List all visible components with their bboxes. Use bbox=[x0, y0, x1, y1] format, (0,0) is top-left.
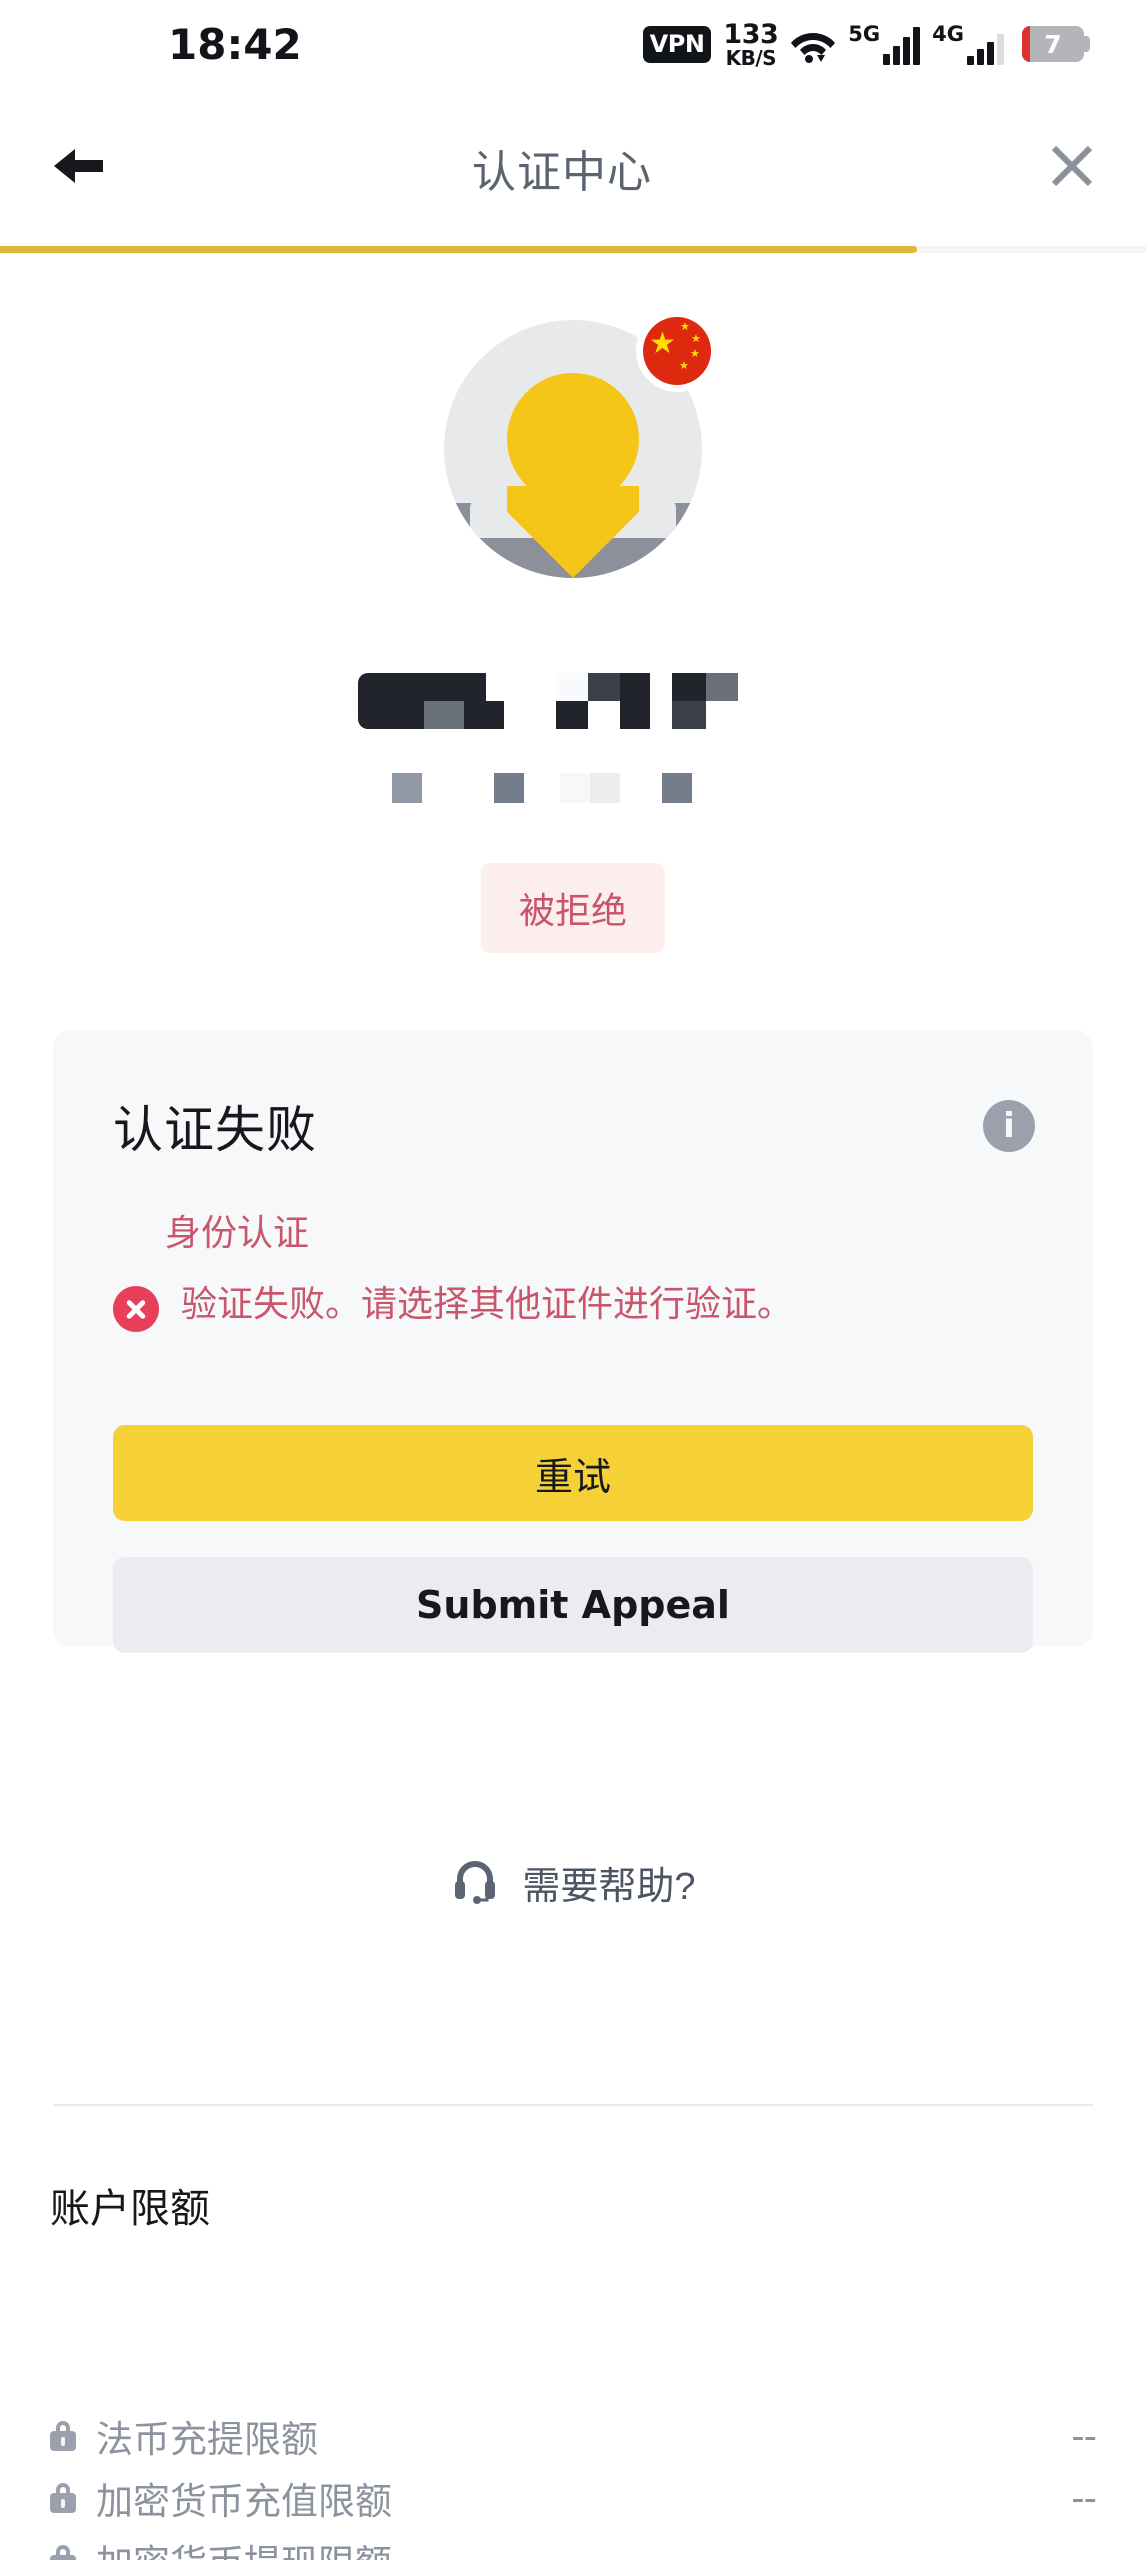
limit-value: -- bbox=[1071, 2476, 1097, 2520]
redaction-block bbox=[424, 701, 464, 729]
battery-fill bbox=[1022, 26, 1030, 62]
redaction-block bbox=[464, 701, 504, 729]
error-message-row: 验证失败。请选择其他证件进行验证。 bbox=[113, 1276, 1033, 1332]
lock-icon bbox=[50, 2483, 76, 2513]
network-speed-unit: KB/S bbox=[725, 45, 777, 70]
submit-appeal-button[interactable]: Submit Appeal bbox=[113, 1557, 1033, 1653]
lock-icon bbox=[50, 2421, 76, 2451]
user-name-redacted bbox=[0, 655, 1146, 815]
limit-value: -- bbox=[1071, 2414, 1097, 2458]
info-icon[interactable]: i bbox=[983, 1100, 1035, 1152]
signal-5g-indicator: 5G bbox=[848, 21, 921, 65]
need-help-label: 需要帮助? bbox=[522, 1866, 696, 1908]
flag-inner: ★ ★ ★ ★ ★ bbox=[643, 317, 711, 385]
redaction-block bbox=[588, 673, 620, 701]
card-subtitle: 身份认证 bbox=[165, 1212, 310, 1253]
lock-icon bbox=[50, 2545, 76, 2560]
redaction-block bbox=[556, 701, 588, 729]
limit-label: 法币充提限额 bbox=[96, 2419, 318, 2460]
limit-value: -- bbox=[1071, 2538, 1097, 2560]
status-bar: 18:42 VPN 133 KB/S 5G 4G 7 bbox=[0, 0, 1146, 88]
redaction-block bbox=[706, 673, 738, 701]
card-header: 认证失败 i bbox=[53, 1030, 1093, 1162]
signal-4g-bars bbox=[967, 27, 1004, 65]
error-circle-icon bbox=[113, 1286, 159, 1332]
redaction-block bbox=[560, 773, 590, 803]
signal-4g-indicator: 4G bbox=[932, 21, 1004, 65]
wifi-icon bbox=[790, 24, 836, 64]
close-button[interactable] bbox=[1012, 142, 1132, 195]
error-message: 验证失败。请选择其他证件进行验证。 bbox=[181, 1283, 794, 1324]
limit-row-crypto-deposit[interactable]: 加密货币充值限额 -- bbox=[50, 2471, 1097, 2525]
verification-progress-fill bbox=[0, 246, 917, 253]
redaction-block bbox=[494, 773, 524, 803]
redaction-block bbox=[672, 701, 706, 729]
card-title: 认证失败 bbox=[113, 1102, 317, 1158]
app-header: 认证中心 bbox=[0, 88, 1146, 248]
status-bar-indicators: VPN 133 KB/S 5G 4G 7 bbox=[642, 21, 1090, 68]
flag-star-1: ★ bbox=[680, 321, 690, 333]
page-title: 认证中心 bbox=[472, 148, 652, 197]
status-badge: 被拒绝 bbox=[480, 863, 666, 953]
battery-percent-label: 7 bbox=[1044, 29, 1062, 59]
limit-label: 加密货币充值限额 bbox=[96, 2481, 392, 2522]
headset-icon bbox=[450, 1855, 500, 1910]
verification-progress-bar bbox=[0, 246, 1146, 253]
battery-icon: 7 bbox=[1022, 26, 1090, 62]
verification-failed-card: 认证失败 i 身份认证 验证失败。请选择其他证件进行验证。 重试 Submit … bbox=[53, 1030, 1093, 1653]
flag-star-3: ★ bbox=[690, 348, 700, 360]
avatar-head bbox=[507, 373, 639, 505]
vpn-icon: VPN bbox=[642, 25, 712, 63]
section-divider bbox=[53, 2104, 1093, 2106]
status-bar-clock: 18:42 bbox=[168, 19, 302, 69]
redaction-block bbox=[662, 773, 692, 803]
redaction-block bbox=[556, 673, 588, 701]
flag-star-2: ★ bbox=[691, 333, 701, 345]
arrow-left-icon bbox=[49, 143, 107, 194]
phone-screen: 18:42 VPN 133 KB/S 5G 4G 7 认证中心 ★ ★ ★ ★ … bbox=[0, 0, 1146, 2560]
retry-button[interactable]: 重试 bbox=[113, 1425, 1033, 1521]
redaction-block bbox=[620, 673, 650, 729]
flag-star-4: ★ bbox=[679, 360, 689, 372]
signal-5g-bars bbox=[883, 26, 921, 65]
flag-star-large: ★ bbox=[649, 327, 676, 360]
china-flag-icon: ★ ★ ★ ★ ★ bbox=[636, 310, 718, 392]
account-limits-title: 账户限额 bbox=[50, 2187, 210, 2231]
close-icon bbox=[1048, 142, 1096, 195]
signal-5g-label: 5G bbox=[848, 21, 881, 46]
profile-avatar-block: ★ ★ ★ ★ ★ bbox=[444, 310, 718, 578]
signal-4g-label: 4G bbox=[932, 21, 964, 46]
need-help-link[interactable]: 需要帮助? bbox=[0, 1855, 1146, 1910]
limit-row-crypto-withdraw[interactable]: 加密货币提现限额 -- bbox=[50, 2533, 1097, 2560]
network-speed-value: 133 bbox=[723, 18, 779, 50]
redaction-block bbox=[590, 773, 620, 803]
network-speed-indicator: 133 KB/S bbox=[723, 21, 778, 68]
limit-row-fiat[interactable]: 法币充提限额 -- bbox=[50, 2409, 1097, 2463]
limit-label: 加密货币提现限额 bbox=[96, 2533, 392, 2560]
redaction-block bbox=[672, 673, 706, 701]
redaction-block bbox=[392, 773, 422, 803]
